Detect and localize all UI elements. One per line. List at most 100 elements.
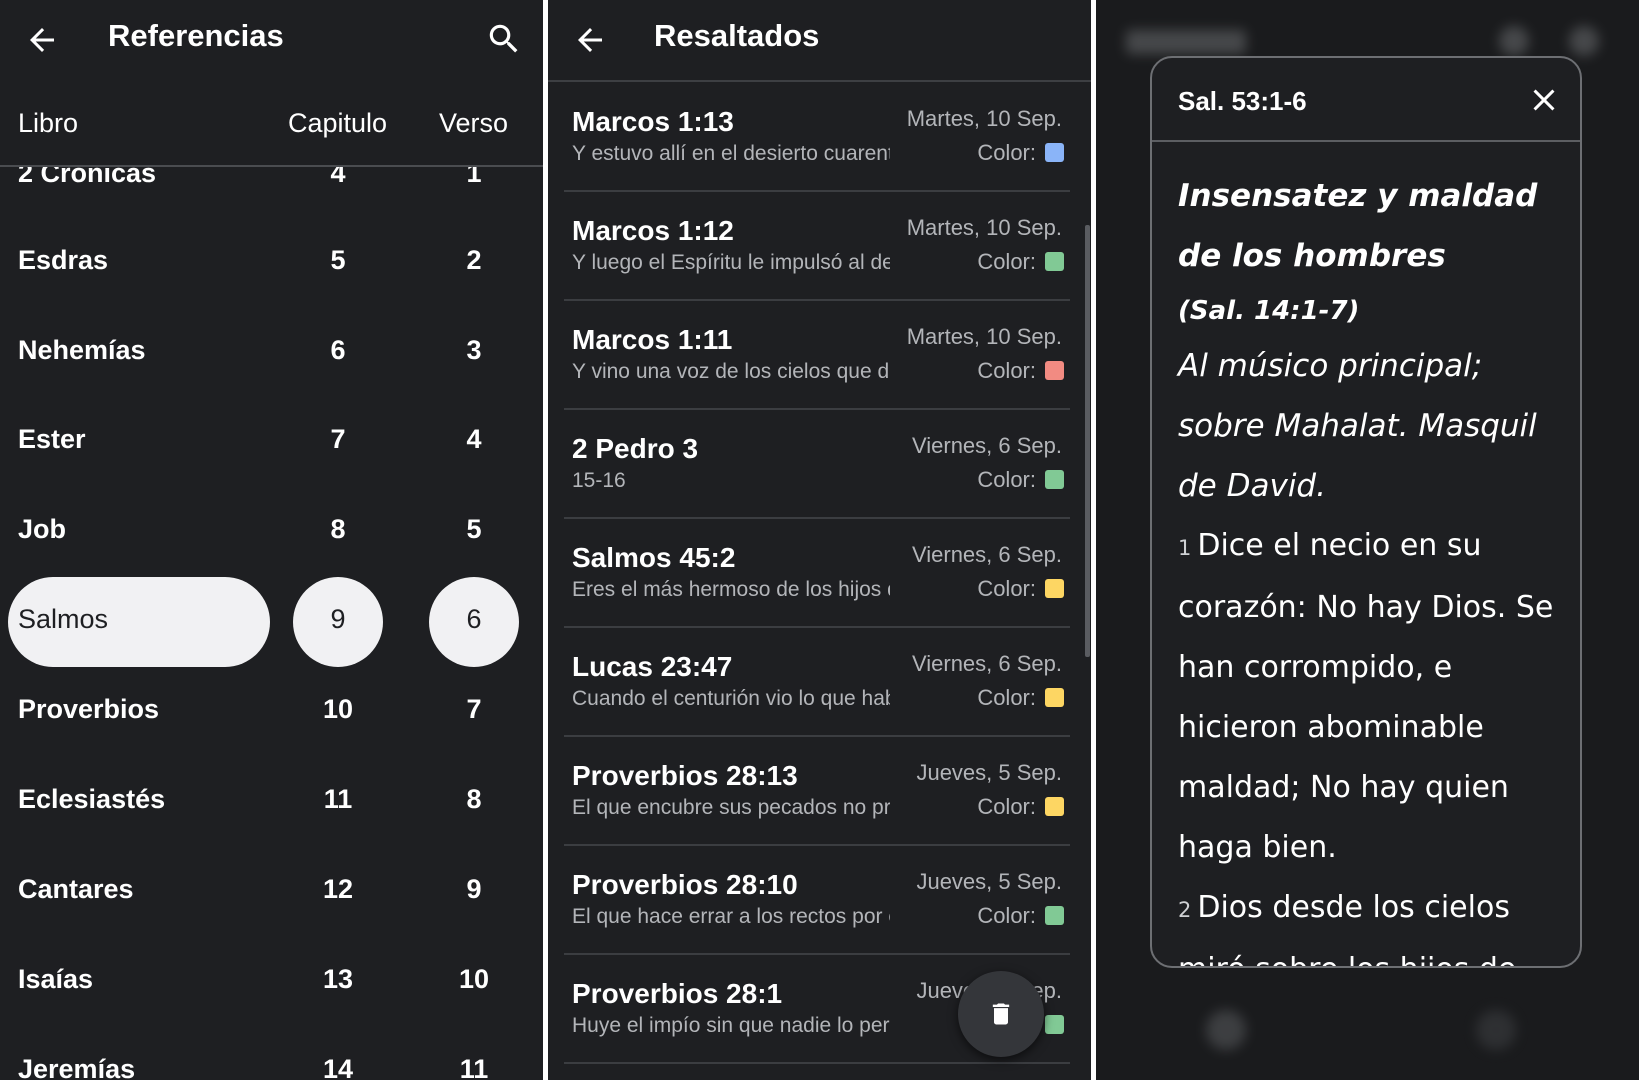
reference-row[interactable]: 2 Crónicas 4 1 [0,167,543,220]
book-name[interactable]: Proverbios [18,694,159,725]
book-name[interactable]: Job [18,514,66,545]
passage-text: Insensatez y maldad de los hombres (Sal.… [1178,166,1566,966]
verse-number[interactable]: 7 [429,694,519,725]
verse-number[interactable]: 4 [429,424,519,455]
verse-number[interactable]: 10 [429,964,519,995]
reference-row[interactable]: Ester 7 4 [0,396,543,486]
highlight-snippet: Y estuvo allí en el desierto cuarenta dí… [572,142,890,165]
verse-number[interactable]: 1 [429,167,519,189]
highlight-snippet: El que hace errar a los rectos por el ma… [572,905,890,928]
highlight-date: Viernes, 6 Sep. [911,542,1062,567]
search-icon[interactable] [485,20,523,58]
reference-row[interactable]: Cantares 12 9 [0,846,543,936]
chapter-number[interactable]: 14 [293,1054,383,1080]
reference-row[interactable]: Job 8 5 [0,486,543,576]
chapter-number[interactable]: 13 [293,964,383,995]
color-label: Color: [977,903,1036,928]
highlight-date: Jueves, 5 Sep. [916,760,1062,785]
chapter-number[interactable]: 5 [293,245,383,276]
highlight-reference: Proverbios 28:13 [572,760,798,791]
highlight-item[interactable]: Salmos 45:2 Eres el más hermoso de los h… [564,520,1070,628]
highlight-item[interactable]: Lucas 23:47 Cuando el centurión vio lo q… [564,629,1070,737]
column-header-book: Libro [18,108,79,138]
reference-row[interactable]: Jeremías 14 11 [0,1026,543,1080]
color-swatch [1045,688,1064,707]
color-swatch [1045,143,1064,162]
book-name[interactable]: Jeremías [18,1054,135,1080]
highlight-item[interactable]: Marcos 1:12 Y luego el Espíritu le impul… [564,193,1070,301]
chapter-number[interactable]: 7 [293,424,383,455]
column-headers: Libro Capitulo Verso [0,100,543,160]
reference-row[interactable]: Proverbios 10 7 [0,666,543,756]
reference-row[interactable]: Isaías 13 10 [0,936,543,1026]
highlight-date: Viernes, 6 Sep. [911,651,1062,676]
verse-number[interactable]: 6 [429,604,519,635]
highlight-item[interactable]: Proverbios 28:13 El que encubre sus peca… [564,738,1070,846]
book-name[interactable]: Ester [18,424,86,455]
verse-number[interactable]: 5 [429,514,519,545]
highlight-item[interactable]: 2 Pedro 3 15-16 Viernes, 6 Sep. Color: [564,411,1070,519]
reference-row-selected[interactable]: Salmos 9 6 [0,576,543,667]
arrow-left-icon[interactable] [572,22,608,58]
section-heading: Insensatez y maldad de los hombres [1178,178,1538,274]
chapter-number[interactable]: 11 [293,784,383,815]
verse-number[interactable]: 8 [429,784,519,815]
highlight-item[interactable]: Marcos 1:11 Y vino una voz de los cielos… [564,302,1070,410]
page-title: Resaltados [654,18,820,53]
reference-row[interactable]: Nehemías 6 3 [0,307,543,397]
highlight-item[interactable]: Proverbios 28:10 El que hace errar a los… [564,847,1070,955]
highlight-item[interactable]: Marcos 1:13 Y estuvo allí en el desierto… [564,84,1070,192]
color-label: Color: [977,249,1036,274]
chapter-number[interactable]: 4 [293,167,383,189]
highlight-reference: Marcos 1:11 [572,324,733,355]
book-name[interactable]: Nehemías [18,335,146,366]
book-name[interactable]: Isaías [18,964,93,995]
passage-dialog: Sal. 53:1-6 Insensatez y maldad de los h… [1150,56,1582,968]
highlights-panel: Resaltados Marcos 1:13 Y estuvo allí en … [548,0,1091,1080]
chapter-number[interactable]: 9 [293,604,383,635]
color-label: Color: [977,358,1036,383]
color-label: Color: [977,576,1036,601]
reference-picker[interactable]: 2 Crónicas 4 1 Esdras 5 2 Nehemías 6 3 E… [0,167,543,1080]
book-name[interactable]: Esdras [18,245,108,276]
verse-text: Dios desde los cielos miró sobre los hij… [1178,890,1516,966]
verse-number[interactable]: 3 [429,335,519,366]
scrollbar[interactable] [1085,225,1090,657]
chapter-number[interactable]: 10 [293,694,383,725]
verse: 1 Dice el necio en su corazón: No hay Dio… [1178,516,1566,878]
cross-reference[interactable]: (Sal. 14:1-7) [1178,286,1566,336]
delete-button[interactable] [958,971,1044,1057]
passage-reference: Sal. 53:1-6 [1178,86,1307,116]
color-label: Color: [977,794,1036,819]
reference-row[interactable]: Eclesiastés 11 8 [0,756,543,846]
dialog-header: Sal. 53:1-6 [1152,58,1580,142]
chapter-number[interactable]: 12 [293,874,383,905]
close-icon[interactable] [1526,82,1562,118]
book-name[interactable]: Cantares [18,874,134,905]
reference-row[interactable]: Esdras 5 2 [0,217,543,307]
verse-number[interactable]: 11 [429,1054,519,1080]
highlight-snippet: Huye el impío sin que nadie lo persiga [572,1014,890,1037]
arrow-left-icon[interactable] [24,22,60,58]
highlight-reference: Salmos 45:2 [572,542,736,573]
chapter-number[interactable]: 6 [293,335,383,366]
highlight-date: Martes, 10 Sep. [906,215,1062,240]
color-label: Color: [977,467,1036,492]
highlight-snippet: Cuando el centurión vio lo que había aco… [572,687,890,710]
column-header-chapter: Capitulo [288,108,388,138]
book-name[interactable]: Eclesiastés [18,784,165,815]
color-label: Color: [977,685,1036,710]
book-name[interactable]: Salmos [18,604,108,635]
chapter-number[interactable]: 8 [293,514,383,545]
book-name[interactable]: 2 Crónicas [18,167,156,189]
verse-number: 1 [1178,536,1192,560]
highlight-reference: Lucas 23:47 [572,651,733,682]
highlight-reference: Proverbios 28:10 [572,869,798,900]
verse-number[interactable]: 2 [429,245,519,276]
highlight-snippet: El que encubre sus pecados no prosperará [572,796,890,819]
highlight-date: Jueves, 5 Sep. [916,869,1062,894]
highlight-snippet: Eres el más hermoso de los hijos de los … [572,578,890,601]
highlight-reference: Proverbios 28:1 [572,978,783,1009]
verse-number[interactable]: 9 [429,874,519,905]
highlight-snippet: 15-16 [572,469,626,492]
